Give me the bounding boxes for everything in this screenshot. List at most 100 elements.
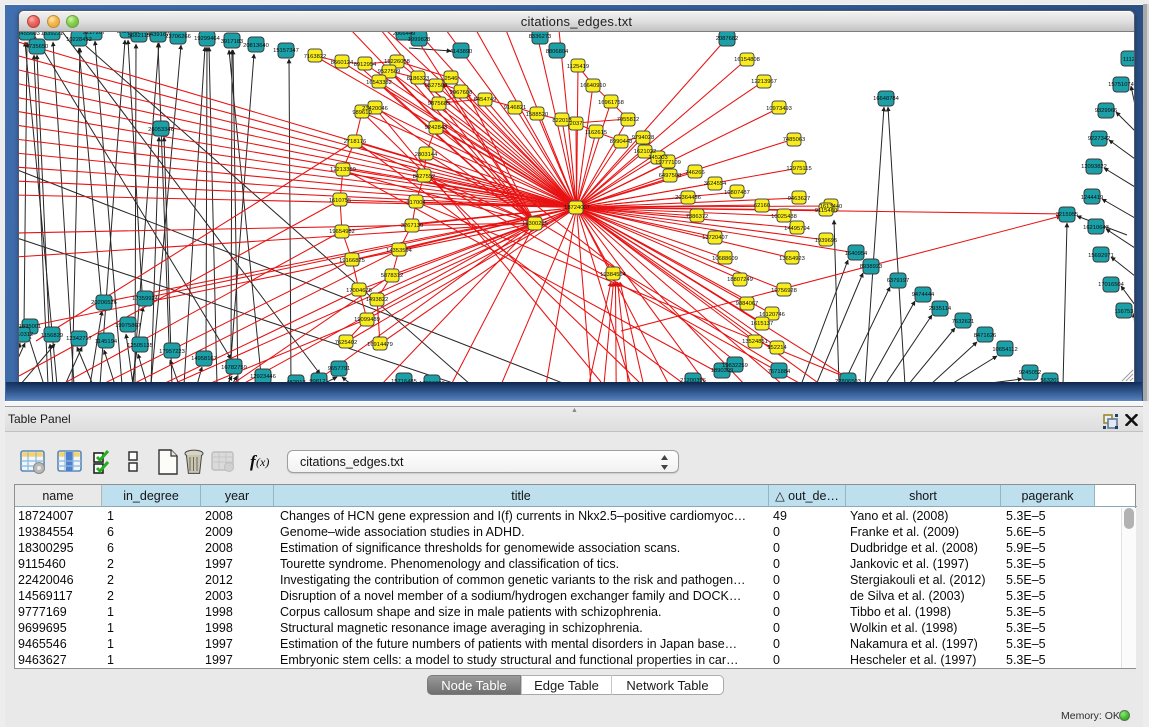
svg-text:1999828: 1999828 [408,37,431,43]
svg-text:10688609: 10688609 [712,256,738,262]
svg-text:22806503: 22806503 [835,379,861,382]
svg-text:14495794: 14495794 [784,226,811,232]
svg-text:20364456: 20364456 [675,195,701,201]
svg-text:12213967: 12213967 [751,79,777,85]
svg-text:17956909: 17956909 [419,381,445,382]
svg-text:8427552: 8427552 [413,174,436,180]
svg-text:8660124: 8660124 [331,60,354,66]
svg-text:1162615: 1162615 [585,130,607,136]
svg-text:9657791: 9657791 [328,366,351,372]
svg-text:3624554: 3624554 [704,181,727,187]
svg-text:1615137: 1615137 [751,321,774,327]
svg-text:1939695: 1939695 [815,238,838,244]
svg-text:10025438: 10025438 [771,214,797,220]
svg-text:1125419: 1125419 [567,64,589,70]
svg-text:7625402: 7625402 [335,340,358,346]
svg-text:12342717: 12342717 [66,336,92,342]
svg-text:15716485: 15716485 [391,379,417,382]
svg-text:9527509: 9527509 [378,69,401,75]
svg-text:16782759: 16782759 [221,365,247,371]
svg-text:16914479: 16914479 [367,342,393,348]
svg-text:1145194: 1145194 [95,339,118,345]
svg-text:3917183: 3917183 [221,39,244,45]
svg-text:989610: 989610 [352,110,371,116]
svg-text:9527508: 9527508 [425,83,448,89]
svg-text:7632621: 7632621 [952,319,975,325]
svg-text:9474444: 9474444 [912,292,935,298]
svg-text:12975115: 12975115 [786,166,811,172]
svg-text:19166825: 19166825 [339,258,365,264]
svg-text:12505135: 12505135 [127,343,153,349]
svg-text:7386372: 7386372 [686,214,709,220]
svg-text:15692971: 15692971 [1088,253,1114,259]
svg-text:18807249: 18807249 [727,277,753,283]
svg-text:116753: 116753 [1115,309,1134,315]
svg-text:9217207: 9217207 [83,32,106,36]
svg-text:17957223: 17957223 [159,349,185,355]
svg-text:563201: 563201 [1040,378,1059,382]
svg-text:1640954: 1640954 [845,251,868,257]
svg-text:9227342: 9227342 [1088,136,1111,142]
svg-text:14353594: 14353594 [386,248,413,254]
svg-text:10973493: 10973493 [766,106,792,112]
svg-text:17016504: 17016504 [1098,282,1125,288]
svg-text:9875685: 9875685 [428,101,451,107]
svg-text:14958167: 14958167 [191,356,217,362]
svg-text:16210643: 16210643 [1083,225,1109,231]
svg-text:23706266: 23706266 [165,34,191,40]
svg-text:2803144: 2803144 [415,152,438,158]
svg-text:8938923: 8938923 [860,264,883,270]
svg-text:20206526: 20206526 [91,300,117,306]
svg-text:19777109: 19777109 [655,160,681,166]
svg-text:8806804: 8806804 [546,49,569,55]
svg-text:2546: 2546 [445,76,458,82]
svg-text:19299464: 19299464 [194,36,221,42]
svg-text:5878312: 5878312 [381,273,404,279]
svg-text:2935114: 2935114 [929,306,952,312]
svg-text:17359924: 17359924 [132,296,159,302]
svg-text:62160: 62160 [754,203,770,209]
svg-text:2967608: 2967608 [450,90,473,96]
svg-text:1588520: 1588520 [526,112,549,118]
svg-text:20813640: 20813640 [243,43,269,49]
svg-text:15226058: 15226058 [384,59,410,65]
svg-text:9146821: 9146821 [504,105,527,111]
svg-text:10654112: 10654112 [992,347,1017,353]
svg-text:10807487: 10807487 [724,190,750,196]
svg-text:3267130: 3267130 [401,223,424,229]
svg-text:16120746: 16120746 [759,312,785,318]
svg-text:17004678: 17004678 [346,288,372,294]
svg-text:7671884: 7671884 [768,369,791,375]
svg-text:19756928: 19756928 [771,288,797,294]
svg-text:1244419: 1244419 [1081,195,1104,201]
svg-text:9884067: 9884067 [736,301,759,307]
svg-text:9463627: 9463627 [788,196,811,202]
svg-text:13720407: 13720407 [702,235,728,241]
svg-text:1156829: 1156829 [41,333,63,339]
svg-text:9115460: 9115460 [815,208,837,214]
svg-text:2037: 2037 [570,121,583,127]
svg-text:3910312: 3910312 [19,332,33,338]
svg-text:16648784: 16648784 [873,96,900,102]
svg-text:9242843: 9242843 [425,125,448,131]
svg-text:8186323: 8186323 [407,76,430,82]
svg-text:7163822: 7163822 [304,54,327,60]
svg-text:9794028: 9794028 [632,135,655,141]
svg-text:12213369: 12213369 [330,167,356,173]
svg-text:8336273: 8336273 [529,34,552,40]
svg-text:21200396: 21200396 [680,378,706,382]
svg-text:9245052: 9245052 [1019,370,1042,376]
svg-text:482913: 482913 [286,380,305,382]
svg-text:15157347: 15157347 [273,48,299,54]
svg-text:16154808: 16154808 [734,57,760,63]
svg-text:998121: 998121 [309,379,328,382]
svg-text:(x): (x) [256,455,269,469]
svg-text:7485063: 7485063 [783,137,806,143]
svg-text:8990448: 8990448 [610,139,633,145]
svg-text:19832259: 19832259 [722,363,748,369]
svg-text:18300295: 18300295 [522,221,548,227]
svg-text:9329966: 9329966 [1095,108,1118,114]
svg-text:1839221: 1839221 [41,32,64,37]
svg-text:16543382: 16543382 [366,80,392,86]
svg-text:19975867: 19975867 [115,323,141,329]
